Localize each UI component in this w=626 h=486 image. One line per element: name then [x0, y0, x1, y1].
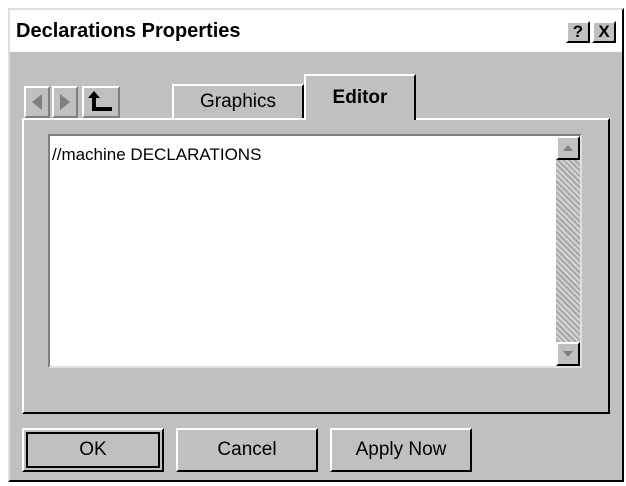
vertical-scrollbar[interactable]	[556, 136, 580, 366]
forward-arrow-icon	[60, 94, 70, 110]
tab-graphics-label: Graphics	[199, 91, 277, 112]
cancel-button-label: Cancel	[217, 439, 277, 460]
tab-editor[interactable]: Editor	[304, 74, 416, 120]
tab-editor-label: Editor	[332, 87, 388, 108]
up-level-button[interactable]	[82, 86, 120, 118]
editor-content: //machine DECLARATIONS	[52, 145, 262, 164]
scroll-down-arrow-icon	[563, 351, 573, 357]
tab-graphics[interactable]: Graphics	[172, 84, 304, 118]
back-button[interactable]	[24, 86, 50, 118]
editor-textarea[interactable]	[48, 134, 582, 368]
back-arrow-icon	[32, 94, 42, 110]
ok-button-label: OK	[79, 439, 107, 460]
scroll-up-button[interactable]	[556, 136, 580, 160]
forward-button[interactable]	[52, 86, 78, 118]
window-title: Declarations Properties	[16, 20, 241, 42]
help-button[interactable]: ?	[566, 21, 590, 43]
ok-button[interactable]: OK	[22, 428, 164, 472]
apply-now-button-label: Apply Now	[355, 439, 447, 460]
close-button[interactable]: X	[592, 21, 616, 43]
scroll-up-arrow-icon	[563, 145, 573, 151]
title-bar[interactable]: Declarations Properties ? X	[10, 10, 622, 53]
scroll-down-button[interactable]	[556, 342, 580, 366]
apply-now-button[interactable]: Apply Now	[330, 428, 472, 472]
cancel-button[interactable]: Cancel	[176, 428, 318, 472]
up-level-icon	[88, 91, 112, 111]
